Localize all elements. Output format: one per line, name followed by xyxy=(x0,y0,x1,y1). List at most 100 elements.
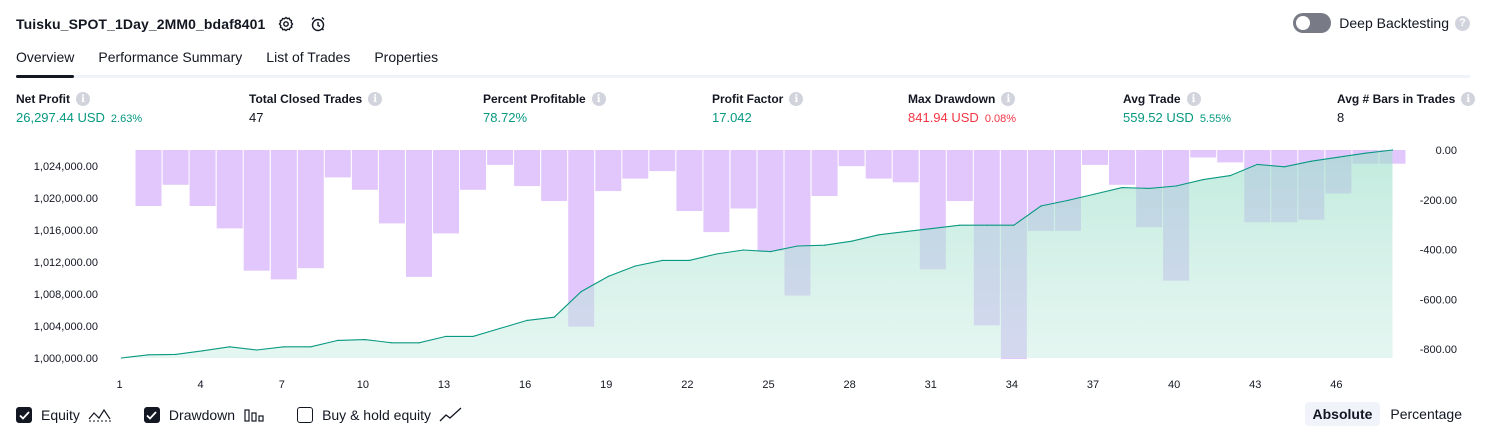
deep-backtesting-toggle[interactable] xyxy=(1293,13,1332,33)
equity-point xyxy=(1364,152,1366,154)
metric-percent-profitable: Percent Profitable i 78.72% xyxy=(483,92,606,125)
equity-point xyxy=(905,231,907,233)
left-tick-label: 1,016,000.00 xyxy=(34,225,98,237)
absolute-button[interactable]: Absolute xyxy=(1304,402,1381,426)
drawdown-bar xyxy=(378,150,405,224)
check-icon xyxy=(146,410,158,420)
equity-point xyxy=(445,335,447,337)
metric-value: 8 xyxy=(1337,110,1345,125)
x-tick-label: 40 xyxy=(1168,379,1180,391)
drawdown-bar xyxy=(487,150,514,165)
buyhold-line-icon xyxy=(439,407,462,422)
right-axis: 0.00 -200.00 -400.00 -600.00 -800.00 xyxy=(1420,145,1457,356)
metric-value: 47 xyxy=(249,110,264,125)
info-icon[interactable]: i xyxy=(1461,92,1476,106)
drawdown-bar xyxy=(243,150,270,271)
equity-drawdown-chart[interactable]: 1,024,000.00 1,020,000.00 1,016,000.00 1,01… xyxy=(0,140,1486,396)
percentage-button[interactable]: Percentage xyxy=(1382,402,1470,426)
drawdown-bar xyxy=(1217,150,1244,163)
x-tick-label: 10 xyxy=(357,379,369,391)
drawdown-bar xyxy=(757,150,784,251)
metric-avg-trade: Avg Trade i 559.52 USD 5.55% xyxy=(1123,92,1231,125)
x-tick-label: 1 xyxy=(116,379,122,391)
equity-label: Equity xyxy=(41,407,80,423)
metric-net-profit: Net Profit i 26,297.44 USD 2.63% xyxy=(16,92,142,125)
metric-profit-factor: Profit Factor i 17.042 xyxy=(712,92,804,125)
equity-point xyxy=(1067,199,1069,201)
metric-value: 559.52 USD xyxy=(1123,110,1194,125)
metric-label: Max Drawdown xyxy=(908,92,996,106)
drawdown-bar xyxy=(1190,150,1217,158)
gear-icon[interactable] xyxy=(275,13,297,35)
equity-point xyxy=(553,316,555,318)
drawdown-bar xyxy=(622,150,649,179)
x-tick-label: 43 xyxy=(1249,379,1261,391)
equity-point xyxy=(580,291,582,293)
drawdown-bar xyxy=(433,150,459,234)
metric-value: 78.72% xyxy=(483,110,528,125)
metric-label: Percent Profitable xyxy=(483,92,586,106)
help-icon[interactable]: ? xyxy=(1455,15,1470,31)
equity-line-icon xyxy=(88,408,111,422)
drawdown-bars-icon xyxy=(244,409,264,422)
tab-list-of-trades[interactable]: List of Trades xyxy=(266,44,350,75)
drawdown-checkbox[interactable]: Drawdown xyxy=(143,407,265,423)
toggle-knob xyxy=(1296,16,1311,30)
drawdown-bar xyxy=(838,150,865,167)
drawdown-bar xyxy=(946,150,973,201)
info-icon[interactable]: i xyxy=(1186,92,1201,106)
check-icon xyxy=(18,410,30,420)
equity-point xyxy=(769,251,772,253)
equity-point xyxy=(688,259,691,261)
checkbox-box[interactable] xyxy=(297,407,314,423)
metric-sub: 5.55% xyxy=(1199,113,1232,125)
equity-point xyxy=(1202,179,1204,181)
chart-legend: Equity Drawdown Buy & hold equity xyxy=(16,402,1470,428)
equity-point xyxy=(851,240,853,242)
equity-point xyxy=(229,346,231,348)
drawdown-bar xyxy=(811,150,838,196)
info-icon[interactable]: i xyxy=(76,92,90,106)
checkbox-box[interactable] xyxy=(143,407,160,423)
equity-point xyxy=(742,249,745,251)
tab-properties[interactable]: Properties xyxy=(374,44,438,75)
equity-point xyxy=(1391,149,1394,151)
equity-point xyxy=(1094,193,1096,195)
equity-point xyxy=(607,275,609,277)
checkbox-box[interactable] xyxy=(16,407,32,423)
info-icon[interactable]: i xyxy=(789,92,804,106)
metric-value: 841.94 USD xyxy=(908,110,979,125)
drawdown-bar xyxy=(865,150,892,179)
tab-performance-summary[interactable]: Performance Summary xyxy=(98,44,242,75)
drawdown-bar xyxy=(541,150,568,201)
x-tick-label: 37 xyxy=(1087,379,1099,391)
metric-total-closed-trades: Total Closed Trades i 47 xyxy=(249,92,383,125)
metric-label: Total Closed Trades xyxy=(249,92,363,106)
info-icon[interactable]: i xyxy=(368,92,383,106)
x-tick-label: 28 xyxy=(843,379,855,391)
buyhold-checkbox[interactable]: Buy & hold equity xyxy=(297,407,463,423)
drawdown-bar xyxy=(297,150,324,269)
strategy-title: Tuisku_SPOT_1Day_2MM0_bdaf8401 xyxy=(16,16,266,32)
alarm-clock-icon[interactable] xyxy=(307,13,329,35)
info-icon[interactable]: i xyxy=(591,92,606,106)
info-icon[interactable]: i xyxy=(1001,92,1016,106)
drawdown-bar xyxy=(892,150,919,183)
equity-point xyxy=(878,234,880,236)
equity-point xyxy=(418,342,420,344)
equity-point xyxy=(283,346,285,348)
right-tick-label: -800.00 xyxy=(1420,344,1457,356)
metric-label: Net Profit xyxy=(16,92,70,106)
x-tick-label: 31 xyxy=(925,379,937,391)
equity-point xyxy=(526,319,528,321)
drawdown-bar xyxy=(162,150,189,185)
metric-sub: 2.63% xyxy=(110,113,143,125)
equity-point xyxy=(148,354,150,356)
left-tick-label: 1,020,000.00 xyxy=(34,193,98,205)
tab-overview[interactable]: Overview xyxy=(16,44,75,78)
left-axis: 1,024,000.00 1,020,000.00 1,016,000.00 1,01… xyxy=(34,161,98,365)
equity-point xyxy=(310,346,312,348)
equity-checkbox[interactable]: Equity xyxy=(16,407,112,423)
right-tick-label: 0.00 xyxy=(1436,145,1457,157)
drawdown-bar xyxy=(595,150,622,192)
